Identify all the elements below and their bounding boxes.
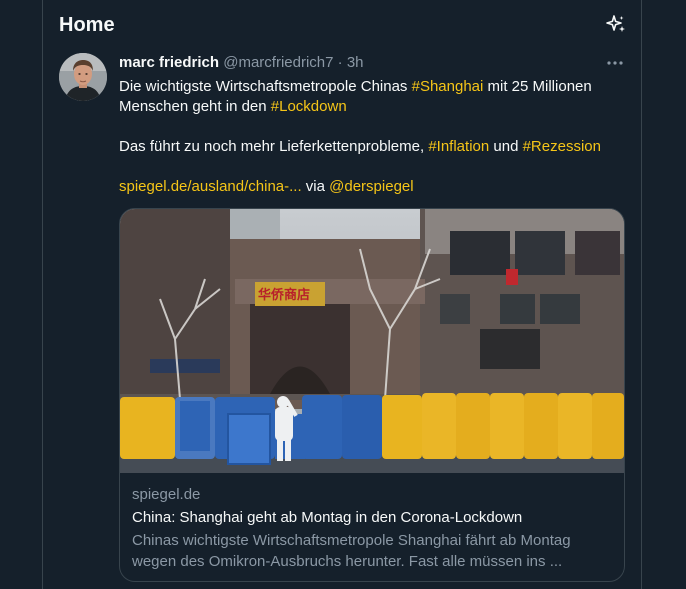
text-segment: Das führt zu noch mehr Lieferkettenprobl…: [119, 138, 429, 155]
author-name[interactable]: marc friedrich: [119, 54, 219, 71]
link-preview-card[interactable]: 华侨商店 spiegel.de China: Shanghai geht ab …: [119, 208, 625, 582]
tweet-line-2: Menschen geht in den #Lockdown: [119, 97, 614, 117]
home-header: Home: [43, 0, 641, 53]
hashtag-shanghai[interactable]: #Shanghai: [412, 78, 484, 95]
hashtag-rezession[interactable]: #Rezession: [523, 138, 601, 155]
avatar[interactable]: [59, 53, 107, 101]
tweet-line-3: Das führt zu noch mehr Lieferkettenprobl…: [119, 137, 614, 157]
text-segment: Die wichtigste Wirtschaftsmetropole Chin…: [119, 78, 412, 95]
tweet-meta: marc friedrich @marcfriedrich7 · 3h: [119, 53, 625, 73]
timeline-column: Home marc friedrich @marcfriedrich7 · 3h…: [42, 0, 642, 589]
page-title: Home: [59, 14, 115, 36]
text-segment: und: [489, 138, 523, 155]
more-options-icon[interactable]: [605, 53, 625, 73]
text-segment: via: [301, 178, 330, 195]
card-info: spiegel.de China: Shanghai geht ab Monta…: [132, 485, 602, 572]
card-image: 华侨商店: [120, 209, 624, 473]
author-handle[interactable]: @marcfriedrich7: [223, 54, 333, 71]
tweet-content: marc friedrich @marcfriedrich7 · 3h Die …: [119, 53, 625, 582]
sparkle-icon[interactable]: [605, 14, 627, 36]
hashtag-lockdown[interactable]: #Lockdown: [271, 98, 347, 115]
card-description: Chinas wichtigste Wirtschaftsmetropole S…: [132, 532, 571, 570]
tweet-line-1: Die wichtigste Wirtschaftsmetropole Chin…: [119, 77, 614, 97]
text-segment: mit 25 Millionen: [483, 78, 592, 95]
text-segment: Menschen geht in den: [119, 98, 271, 115]
hashtag-inflation[interactable]: #Inflation: [428, 138, 489, 155]
card-title: China: Shanghai geht ab Montag in den Co…: [132, 509, 523, 526]
mention-derspiegel[interactable]: @derspiegel: [329, 178, 413, 195]
separator-dot: ·: [337, 54, 343, 71]
tweet-text: Die wichtigste Wirtschaftsmetropole Chin…: [119, 77, 614, 197]
tweet-line-4: spiegel.de/ausland/china-... via @derspi…: [119, 177, 614, 197]
tweet-time[interactable]: 3h: [347, 54, 364, 71]
card-domain: spiegel.de: [132, 486, 201, 503]
article-url-link[interactable]: spiegel.de/ausland/china-...: [119, 178, 302, 195]
sign-text: 华侨商店: [258, 287, 310, 303]
